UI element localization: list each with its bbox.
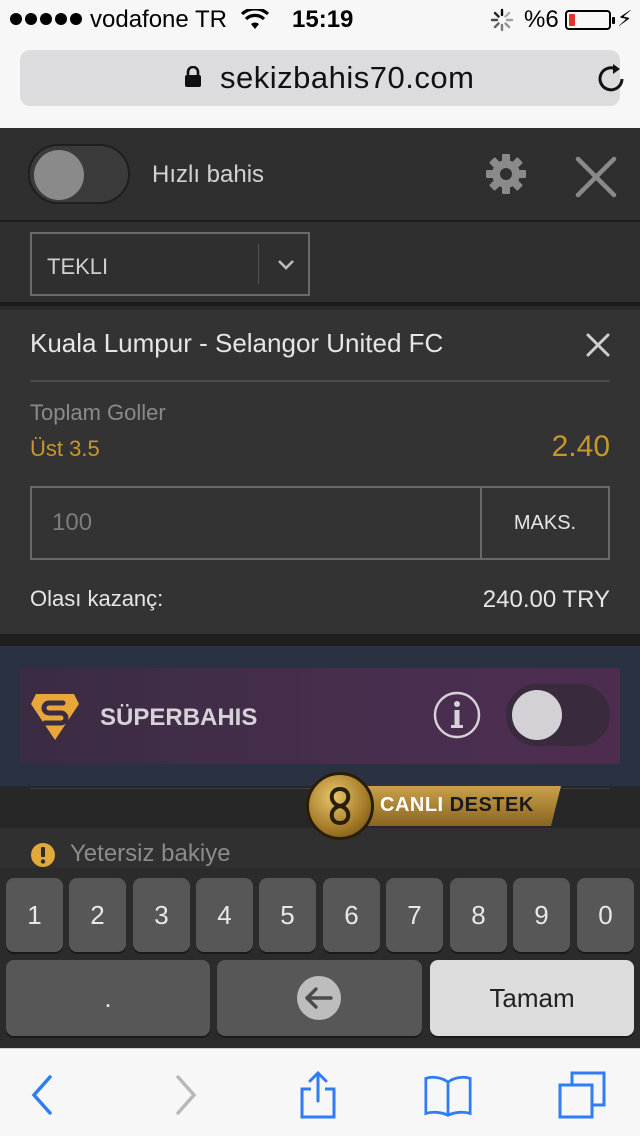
bet-type-value: TEKLI [47,254,109,279]
insufficient-balance-text: Yetersiz bakiye [70,840,231,867]
bookmarks-icon[interactable] [424,1071,472,1119]
share-icon[interactable] [294,1071,342,1119]
remove-bet-icon[interactable] [586,333,610,357]
key-7[interactable]: 7 [386,878,443,952]
key-3[interactable]: 3 [133,878,190,952]
reload-icon[interactable] [594,62,628,96]
carrier-name: vodafone TR [90,6,227,33]
numeric-keyboard: 1 2 3 4 5 6 7 8 9 0 . Tamam [0,868,640,1048]
key-0[interactable]: 0 [577,878,634,952]
wifi-icon [240,9,270,29]
quick-bet-label: Hızlı bahis [152,161,265,188]
close-icon[interactable] [575,156,617,198]
charging-icon: ⚡ [617,6,633,31]
market-name: Toplam Goller [30,400,166,425]
betslip-header: Hızlı bahis [0,128,640,222]
activity-spinner-icon [490,8,514,32]
back-icon[interactable] [20,1071,68,1119]
bet-type-row: TEKLI [0,222,640,306]
bet-type-select[interactable]: TEKLI [30,232,310,296]
live-support-logo-icon [306,772,374,840]
lock-icon [185,66,201,87]
stake-field-wrapper [30,486,482,560]
clock: 15:19 [292,6,354,33]
url-text: sekizbahis70.com [220,60,475,95]
forward-icon[interactable] [160,1071,208,1119]
warning-icon [31,843,55,867]
tabs-icon[interactable] [558,1071,606,1119]
max-stake-button[interactable]: MAKS. [480,486,610,560]
address-bar[interactable]: sekizbahis70.com [20,50,624,106]
key-1[interactable]: 1 [6,878,63,952]
signal-strength-icon [10,13,82,25]
info-icon[interactable] [432,690,482,740]
battery-percent: %6 [524,6,559,33]
key-done[interactable]: Tamam [430,960,634,1036]
browser-address-area: sekizbahis70.com [0,40,640,128]
key-4[interactable]: 4 [196,878,253,952]
potential-win-label: Olası kazanç: [30,586,164,611]
backspace-icon [297,976,341,1020]
bet-card: Kuala Lumpur - Selangor United FC Toplam… [0,310,640,634]
stake-input[interactable] [32,488,482,558]
selection-name: Üst 3.5 [30,436,100,461]
browser-toolbar [0,1048,640,1136]
superbet-logo-icon [31,694,79,740]
key-8[interactable]: 8 [450,878,507,952]
odds-value: 2.40 [551,430,610,463]
key-backspace[interactable] [217,960,422,1036]
superbet-banner: SÜPERBAHIS [20,668,620,764]
live-support-label: CANLI DESTEK [380,794,534,816]
key-dot[interactable]: . [6,960,210,1036]
battery-icon [565,10,615,30]
key-5[interactable]: 5 [259,878,316,952]
potential-win-value: 240.00 TRY [482,586,610,613]
gear-icon[interactable] [486,154,526,194]
status-bar: vodafone TR 15:19 %6 ⚡ [0,0,640,40]
live-support-button[interactable]: CANLI DESTEK [304,770,561,840]
match-title: Kuala Lumpur - Selangor United FC [30,328,444,358]
superbet-toggle[interactable] [506,684,610,746]
superbet-section: SÜPERBAHIS [0,646,640,786]
key-6[interactable]: 6 [323,878,380,952]
key-2[interactable]: 2 [69,878,126,952]
quick-bet-toggle[interactable] [28,144,130,204]
chevron-down-icon [278,260,294,270]
key-9[interactable]: 9 [513,878,570,952]
superbet-label: SÜPERBAHIS [100,704,258,731]
